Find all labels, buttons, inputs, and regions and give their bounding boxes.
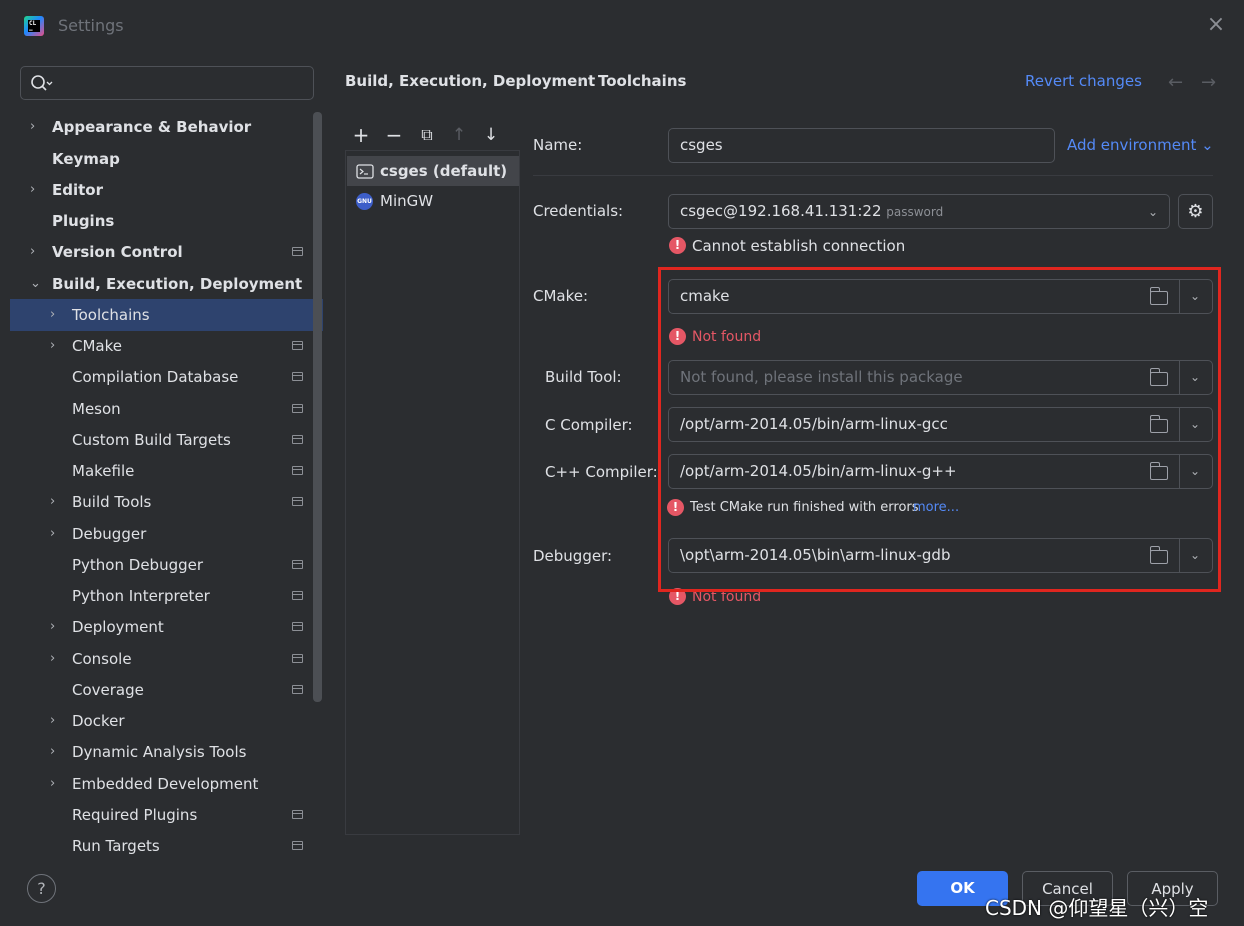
chevron-right-icon[interactable]: › (50, 300, 62, 330)
move-up-icon[interactable]: ↑ (448, 122, 470, 150)
project-scope-icon (292, 810, 303, 819)
search-icon (31, 75, 53, 91)
name-field[interactable]: csges (668, 128, 1055, 163)
highlight-annotation-box (658, 267, 1221, 592)
chevron-right-icon[interactable]: › (30, 175, 42, 205)
project-scope-icon (292, 654, 303, 663)
remove-icon[interactable]: − (383, 122, 405, 150)
gear-icon[interactable]: ⚙ (1178, 194, 1213, 229)
toolchain-list (345, 150, 520, 835)
divider (533, 175, 1213, 176)
window-title: Settings (58, 16, 124, 35)
sidebar-item-makefile[interactable]: Makefile (72, 456, 134, 486)
sidebar-item-cmake[interactable]: CMake (72, 331, 122, 361)
chevron-right-icon[interactable]: › (50, 612, 62, 642)
project-scope-icon (292, 435, 303, 444)
breadcrumb-separator: › (578, 72, 584, 88)
watermark: CSDN @仰望星（兴）空 (985, 896, 1209, 920)
sidebar-item-build-execution-deployment[interactable]: Build, Execution, Deployment (52, 269, 302, 299)
sidebar-item-required-plugins[interactable]: Required Plugins (72, 800, 197, 830)
revert-changes-link[interactable]: Revert changes (1025, 72, 1142, 90)
add-environment-link[interactable]: Add environment ⌄ (1067, 136, 1214, 154)
project-scope-icon (292, 591, 303, 600)
toolchain-toolbar: + − ⧉ ↑ ↓ (345, 122, 520, 150)
chevron-right-icon[interactable]: › (30, 237, 42, 267)
sidebar-item-build-tools[interactable]: Build Tools (72, 487, 151, 517)
close-icon[interactable]: × (1205, 14, 1227, 36)
sidebar-item-console[interactable]: Console (72, 644, 132, 674)
sidebar-item-custom-build-targets[interactable]: Custom Build Targets (72, 425, 231, 455)
chevron-right-icon[interactable]: › (50, 769, 62, 799)
credentials-error: Cannot establish connection (692, 237, 906, 255)
settings-search-input[interactable] (20, 66, 314, 100)
help-icon[interactable]: ? (27, 874, 56, 903)
gnu-icon: GNU (356, 193, 373, 210)
chevron-right-icon[interactable]: › (30, 112, 42, 142)
toolchain-name[interactable]: MinGW (380, 186, 433, 216)
chevron-right-icon[interactable]: › (50, 644, 62, 674)
sidebar-item-editor[interactable]: Editor (52, 175, 103, 205)
chevron-right-icon[interactable]: › (50, 737, 62, 767)
chevron-right-icon[interactable]: › (50, 519, 62, 549)
sidebar-item-appearance[interactable]: Appearance & Behavior (52, 112, 251, 142)
move-down-icon[interactable]: ↓ (480, 122, 502, 150)
project-scope-icon (292, 404, 303, 413)
chevron-down-icon[interactable]: ⌄ (1145, 204, 1161, 220)
build-tool-label: Build Tool: (545, 368, 622, 386)
sidebar-item-coverage[interactable]: Coverage (72, 675, 144, 705)
sidebar-item-toolchains[interactable]: Toolchains (72, 300, 150, 330)
cpp-compiler-label: C++ Compiler: (545, 463, 658, 481)
chevron-right-icon[interactable]: › (50, 487, 62, 517)
sidebar-item-python-debugger[interactable]: Python Debugger (72, 550, 203, 580)
sidebar-item-plugins[interactable]: Plugins (52, 206, 114, 236)
project-scope-icon (292, 841, 303, 850)
project-scope-icon (292, 247, 303, 256)
sidebar-item-debugger[interactable]: Debugger (72, 519, 146, 549)
chevron-right-icon[interactable]: › (50, 706, 62, 736)
project-scope-icon (292, 341, 303, 350)
sidebar-item-python-interpreter[interactable]: Python Interpreter (72, 581, 210, 611)
sidebar-item-embedded-development[interactable]: Embedded Development (72, 769, 258, 799)
sidebar-item-keymap[interactable]: Keymap (52, 144, 120, 174)
sidebar-item-run-targets[interactable]: Run Targets (72, 831, 160, 861)
forward-arrow-icon[interactable]: → (1201, 72, 1216, 93)
breadcrumb-parent[interactable]: Build, Execution, Deployment (345, 72, 595, 90)
name-label: Name: (533, 136, 583, 154)
sidebar-item-version-control[interactable]: Version Control (52, 237, 183, 267)
c-compiler-label: C Compiler: (545, 416, 633, 434)
add-icon[interactable]: + (350, 122, 372, 150)
project-scope-icon (292, 372, 303, 381)
credentials-select[interactable]: csgec@192.168.41.131:22 password (668, 194, 1170, 229)
back-arrow-icon[interactable]: ← (1168, 72, 1183, 93)
chevron-right-icon[interactable]: › (50, 331, 62, 361)
project-scope-icon (292, 622, 303, 631)
sidebar-item-deployment[interactable]: Deployment (72, 612, 164, 642)
sidebar-item-dynamic-analysis-tools[interactable]: Dynamic Analysis Tools (72, 737, 246, 767)
clion-logo-icon: CL — (24, 16, 44, 36)
project-scope-icon (292, 685, 303, 694)
sidebar-item-compilation-database[interactable]: Compilation Database (72, 362, 238, 392)
sidebar-scrollbar[interactable] (313, 112, 322, 702)
debugger-label: Debugger: (533, 547, 613, 565)
chevron-down-icon[interactable]: ⌄ (30, 269, 42, 299)
breadcrumb-current: Toolchains (598, 72, 687, 90)
sidebar-item-meson[interactable]: Meson (72, 394, 121, 424)
cmake-label: CMake: (533, 287, 589, 305)
sidebar-item-docker[interactable]: Docker (72, 706, 125, 736)
error-icon: ! (669, 237, 686, 254)
project-scope-icon (292, 466, 303, 475)
toolchain-name[interactable]: csges (default) (380, 156, 507, 186)
copy-icon[interactable]: ⧉ (416, 122, 438, 150)
remote-terminal-icon (356, 164, 374, 179)
project-scope-icon (292, 560, 303, 569)
project-scope-icon (292, 497, 303, 506)
credentials-auth-hint: password (886, 205, 944, 219)
credentials-label: Credentials: (533, 202, 624, 220)
title-bar (0, 0, 1244, 52)
